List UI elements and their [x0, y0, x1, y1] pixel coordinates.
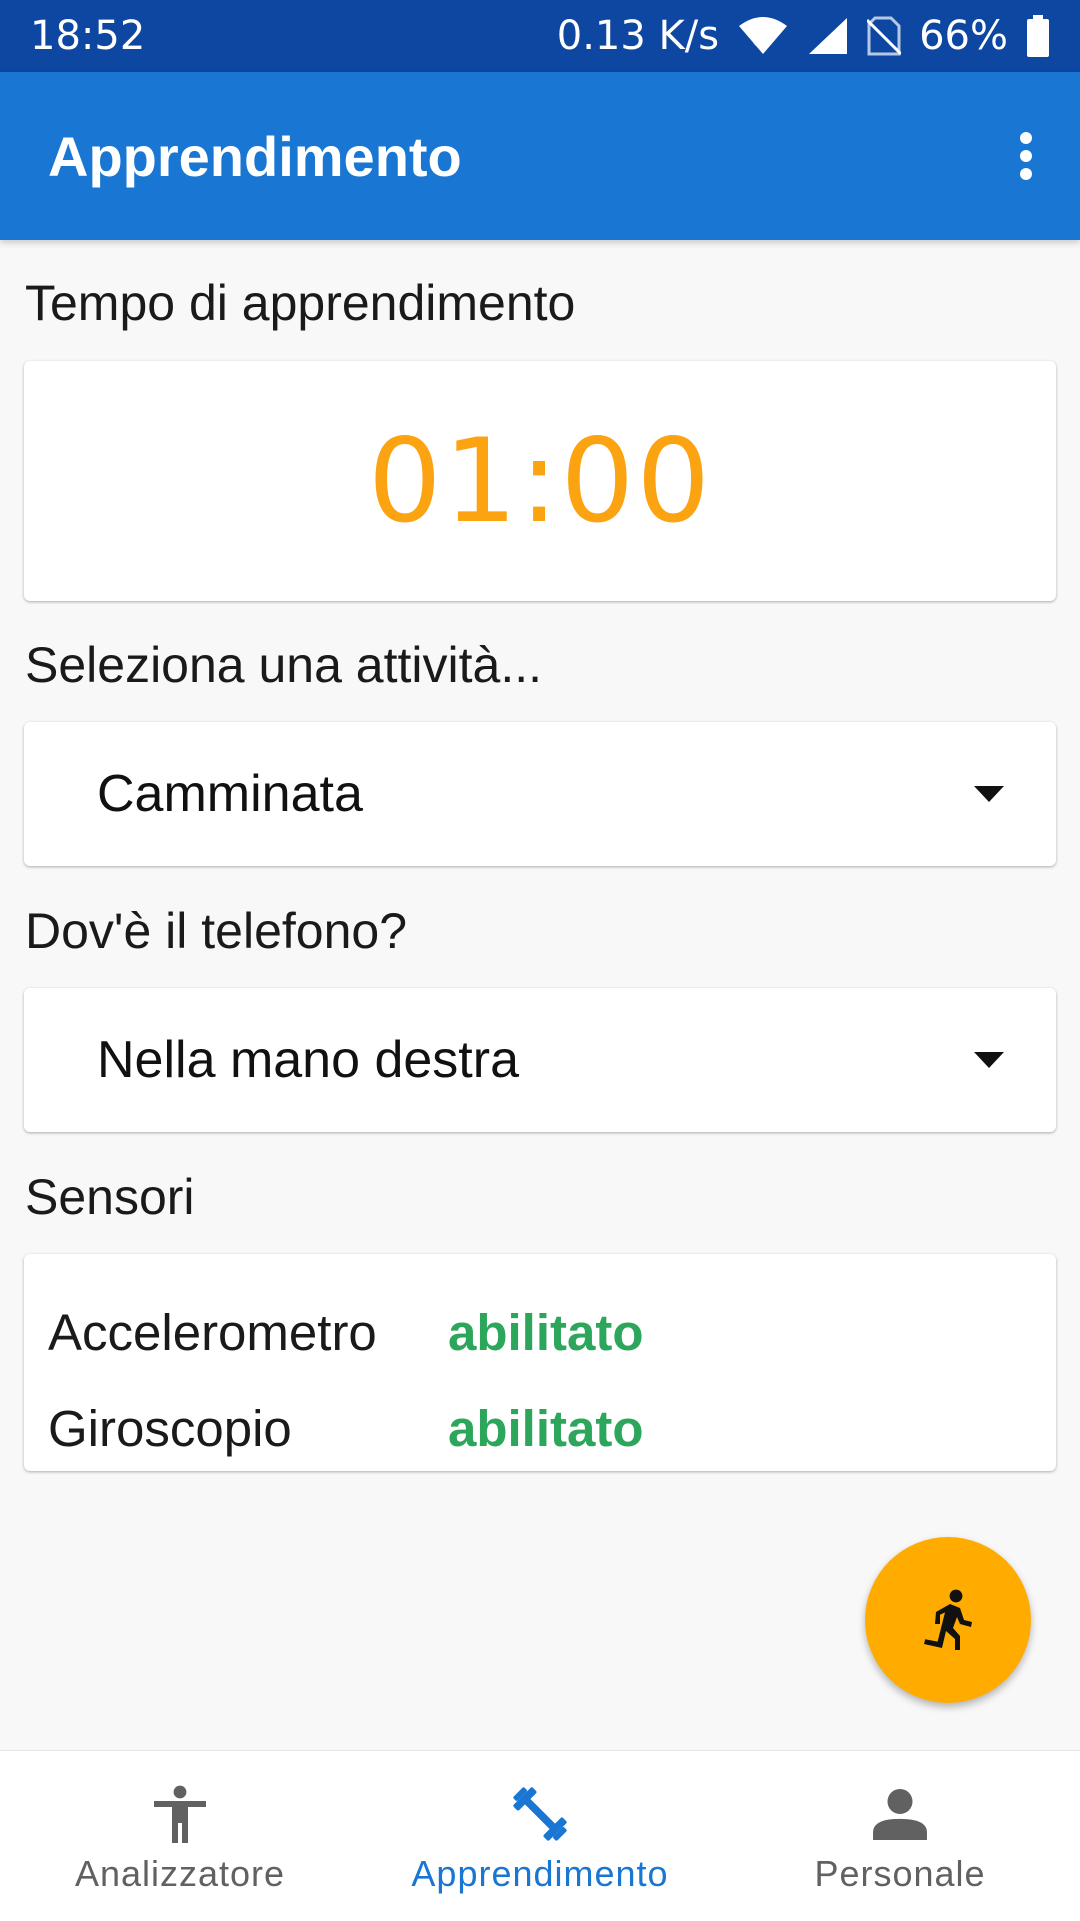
battery-icon	[1026, 15, 1050, 57]
timer-value: 01:00	[367, 413, 713, 549]
nav-label: Personale	[814, 1853, 986, 1894]
nav-item-apprendimento[interactable]: Apprendimento	[360, 1751, 720, 1921]
status-time: 18:52	[30, 13, 146, 59]
wifi-icon	[737, 16, 789, 56]
sensors-card: Accelerometro abilitato Giroscopio abili…	[24, 1254, 1056, 1471]
sensor-status: abilitato	[448, 1303, 644, 1361]
sensor-status: abilitato	[448, 1399, 644, 1457]
nav-item-analizzatore[interactable]: Analizzatore	[0, 1751, 360, 1921]
sensors-label: Sensori	[25, 1169, 195, 1225]
phone-position-label: Dov'è il telefono?	[25, 903, 408, 959]
nav-item-personale[interactable]: Personale	[720, 1751, 1080, 1921]
phone-position-dropdown[interactable]: Nella mano destra	[24, 988, 1056, 1132]
activity-label: Seleziona una attività...	[25, 637, 542, 693]
activity-dropdown[interactable]: Camminata	[24, 722, 1056, 866]
bottom-navigation: Analizzatore Apprendimento Personale	[0, 1750, 1080, 1921]
nav-label: Apprendimento	[411, 1853, 669, 1894]
more-options-button[interactable]	[996, 106, 1056, 206]
app-bar: Apprendimento	[0, 72, 1080, 240]
fitness-icon	[509, 1781, 571, 1847]
run-icon	[924, 1589, 972, 1650]
network-speed: 0.13 K/s	[556, 13, 720, 59]
no-sim-icon	[867, 16, 902, 56]
person-icon	[873, 1781, 927, 1847]
status-bar: 18:52 0.13 K/s 66%	[0, 0, 1080, 72]
accessibility-icon	[152, 1781, 208, 1847]
timer-label: Tempo di apprendimento	[25, 275, 576, 331]
nav-label: Analizzatore	[74, 1853, 286, 1894]
sensor-name: Accelerometro	[48, 1303, 377, 1361]
activity-selected-value: Camminata	[97, 765, 363, 823]
phone-position-selected-value: Nella mano destra	[97, 1031, 519, 1089]
timer-card: 01:00	[24, 361, 1056, 601]
more-vert-icon	[1020, 132, 1032, 180]
dropdown-arrow-icon	[974, 1052, 1004, 1068]
sensor-name: Giroscopio	[48, 1399, 292, 1457]
app-title: Apprendimento	[48, 124, 462, 188]
start-learning-fab[interactable]	[865, 1537, 1031, 1703]
battery-percent: 66%	[919, 13, 1008, 59]
signal-icon	[807, 16, 849, 56]
sensor-row-accelerometer: Accelerometro abilitato	[48, 1284, 1032, 1380]
dropdown-arrow-icon	[974, 786, 1004, 802]
status-indicators: 0.13 K/s 66%	[557, 13, 1050, 59]
sensor-row-gyroscope: Giroscopio abilitato	[48, 1380, 1032, 1476]
